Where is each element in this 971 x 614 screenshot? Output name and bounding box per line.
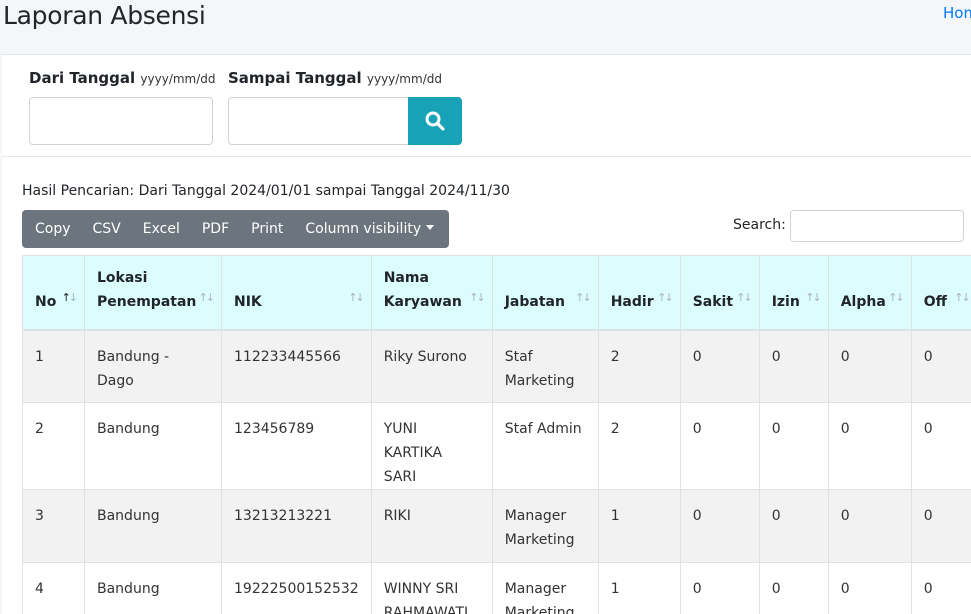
cell-lokasi: Bandung - Dago [84, 329, 222, 403]
copy-button[interactable]: Copy [24, 221, 82, 237]
header-alpha[interactable]: Alpha ↑↓ [827, 255, 912, 331]
cell-off: 0 [910, 402, 971, 490]
cell-jabatan: Staf Marketing [491, 329, 599, 403]
excel-button[interactable]: Excel [132, 221, 191, 237]
sort-icon: ↑↓ [736, 290, 753, 304]
cell-hadir: 1 [597, 562, 681, 614]
sort-icon: ↑↓ [348, 290, 365, 304]
search-icon [425, 111, 445, 131]
cell-jabatan: Staf Admin [491, 402, 599, 490]
date-filter: Dari Tanggal yyyy/mm/dd Sampai Tanggal y… [2, 55, 971, 157]
cell-izin: 0 [758, 329, 829, 403]
cell-izin: 0 [758, 402, 829, 490]
sort-icon: ↑↓ [198, 290, 216, 304]
cell-nama: Riky Surono [370, 329, 493, 403]
cell-nama: YUNI KARTIKA SARI [370, 402, 493, 490]
export-button-group: Copy CSV Excel PDF Print Column visibili… [22, 210, 449, 248]
cell-sakit: 0 [679, 329, 760, 403]
header-jabatan[interactable]: Jabatan ↑↓ [491, 255, 599, 331]
csv-button[interactable]: CSV [82, 221, 132, 237]
table-header-row: No ↑↓ Lokasi Penempatan ↑↓ NIK ↑↓ Nama Karyaw… [22, 255, 971, 331]
header-no[interactable]: No ↑↓ [22, 255, 85, 331]
header-nama[interactable]: Nama Karyawan ↑↓ [370, 255, 493, 331]
attendance-table: No ↑↓ Lokasi Penempatan ↑↓ NIK ↑↓ Nama Karyaw… [22, 255, 971, 614]
table-row: 1 Bandung - Dago 112233445566 Riky Suron… [22, 329, 971, 403]
cell-hadir: 2 [597, 329, 681, 403]
cell-alpha: 0 [827, 562, 912, 614]
cell-nik: 13213213221 [221, 489, 372, 563]
cell-alpha: 0 [827, 489, 912, 563]
cell-alpha: 0 [827, 402, 912, 490]
sort-asc-icon: ↑↓ [61, 290, 79, 304]
search-date-button[interactable] [408, 97, 462, 145]
table-row: 3 Bandung 13213213221 RIKI Manager Market… [22, 489, 971, 563]
sort-icon: ↑↓ [575, 290, 592, 304]
cell-sakit: 0 [679, 402, 760, 490]
header-sakit[interactable]: Sakit ↑↓ [679, 255, 760, 331]
cell-izin: 0 [758, 489, 829, 563]
cell-hadir: 2 [597, 402, 681, 490]
breadcrumb-home-link[interactable]: Home [943, 4, 971, 22]
caret-down-icon [426, 224, 435, 230]
cell-alpha: 0 [827, 329, 912, 403]
header-izin[interactable]: Izin ↑↓ [758, 255, 829, 331]
to-date-label: Sampai Tanggal yyyy/mm/dd [228, 69, 442, 87]
header-off[interactable]: Off ↑↓ [910, 255, 971, 331]
header-lokasi[interactable]: Lokasi Penempatan ↑↓ [84, 255, 222, 331]
cell-lokasi: Bandung [84, 489, 222, 563]
sort-icon: ↑↓ [657, 290, 674, 304]
cell-off: 0 [910, 329, 971, 403]
to-date-input[interactable] [228, 97, 410, 145]
cell-off: 0 [910, 562, 971, 614]
cell-izin: 0 [758, 562, 829, 614]
header-nik[interactable]: NIK ↑↓ [221, 255, 372, 331]
pdf-button[interactable]: PDF [191, 221, 240, 237]
cell-sakit: 0 [679, 489, 760, 563]
cell-sakit: 0 [679, 562, 760, 614]
sort-icon: ↑↓ [954, 290, 971, 304]
table-row: 2 Bandung 123456789 YUNI KARTIKA SARI Sta… [22, 402, 971, 490]
cell-lokasi: Bandung [84, 402, 222, 490]
from-date-label: Dari Tanggal yyyy/mm/dd [29, 69, 216, 87]
cell-no: 4 [22, 562, 85, 614]
header-hadir[interactable]: Hadir ↑↓ [597, 255, 681, 331]
to-date-hint: yyyy/mm/dd [366, 72, 442, 86]
cell-nama: WINNY SRI RAHMAWATI [370, 562, 493, 614]
cell-lokasi: Bandung [84, 562, 222, 614]
cell-hadir: 1 [597, 489, 681, 563]
cell-nik: 112233445566 [221, 329, 372, 403]
table-row: 4 Bandung 19222500152532 WINNY SRI RAHMAW… [22, 562, 971, 614]
from-date-input[interactable] [29, 97, 213, 145]
cell-jabatan: Manager Marketing [491, 562, 599, 614]
cell-nik: 123456789 [221, 402, 372, 490]
table-search-input[interactable] [790, 210, 964, 242]
cell-no: 3 [22, 489, 85, 563]
sort-icon: ↑↓ [469, 290, 486, 304]
cell-nik: 19222500152532 [221, 562, 372, 614]
search-result-text: Hasil Pencarian: Dari Tanggal 2024/01/01… [22, 183, 510, 199]
report-card: Dari Tanggal yyyy/mm/dd Sampai Tanggal y… [2, 54, 971, 614]
page-title: Laporan Absensi [3, 1, 206, 30]
from-date-hint: yyyy/mm/dd [140, 72, 216, 86]
cell-no: 2 [22, 402, 85, 490]
sort-icon: ↑↓ [805, 290, 822, 304]
cell-off: 0 [910, 489, 971, 563]
print-button[interactable]: Print [240, 221, 294, 237]
cell-no: 1 [22, 329, 85, 403]
cell-nama: RIKI [370, 489, 493, 563]
column-visibility-button[interactable]: Column visibility [294, 221, 445, 237]
cell-jabatan: Manager Marketing [491, 489, 599, 563]
table-search-label: Search: [733, 217, 786, 233]
sort-icon: ↑↓ [888, 290, 905, 304]
